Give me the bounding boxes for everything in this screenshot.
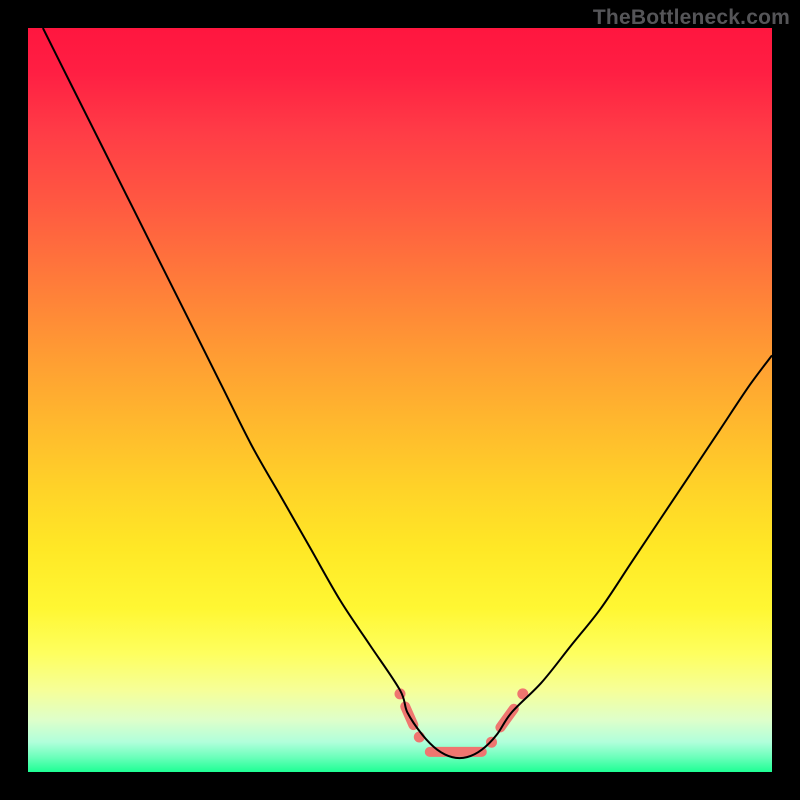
bottleneck-curve xyxy=(43,28,772,758)
curve-layer xyxy=(28,28,772,772)
marker-group xyxy=(395,688,529,752)
outer-frame: TheBottleneck.com xyxy=(0,0,800,800)
watermark-text: TheBottleneck.com xyxy=(593,6,790,30)
plot-area xyxy=(28,28,772,772)
